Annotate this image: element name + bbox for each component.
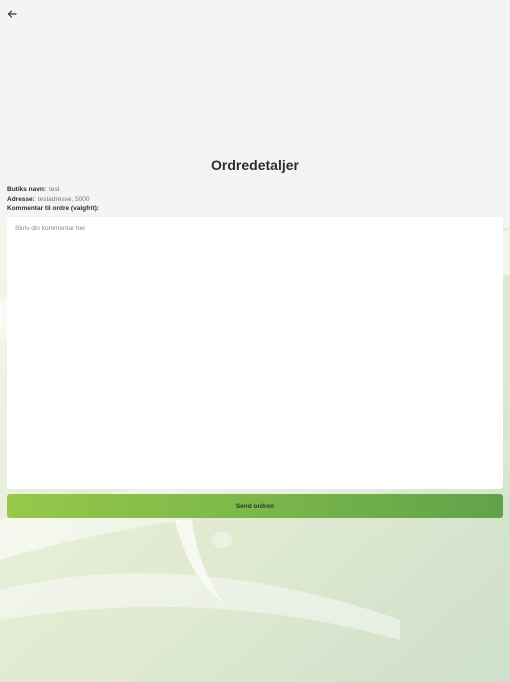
comment-box	[7, 217, 503, 489]
order-info: Butiks navn: test Adresse: testadresse, 50…	[7, 185, 99, 214]
comment-input[interactable]	[7, 217, 503, 489]
address-row: Adresse: testadresse, 5000	[7, 195, 99, 205]
send-order-label: Send ordren	[235, 502, 275, 510]
send-order-button[interactable]: Send ordren	[7, 494, 503, 518]
shop-name-value: test	[49, 186, 60, 193]
arrow-left-icon	[7, 10, 17, 18]
back-button[interactable]	[4, 6, 20, 22]
address-value: testadresse, 5000	[37, 195, 90, 203]
comment-label: Kommentar til ordre (valgfrit):	[7, 205, 100, 213]
page-title: Ordredetaljer	[211, 157, 299, 173]
shop-name-row: Butiks navn: test	[7, 185, 99, 195]
address-label: Adresse:	[7, 195, 35, 203]
comment-label-row: Kommentar til ordre (valgfrit):	[7, 204, 99, 214]
shop-name-label: Butiks navn:	[7, 186, 47, 193]
